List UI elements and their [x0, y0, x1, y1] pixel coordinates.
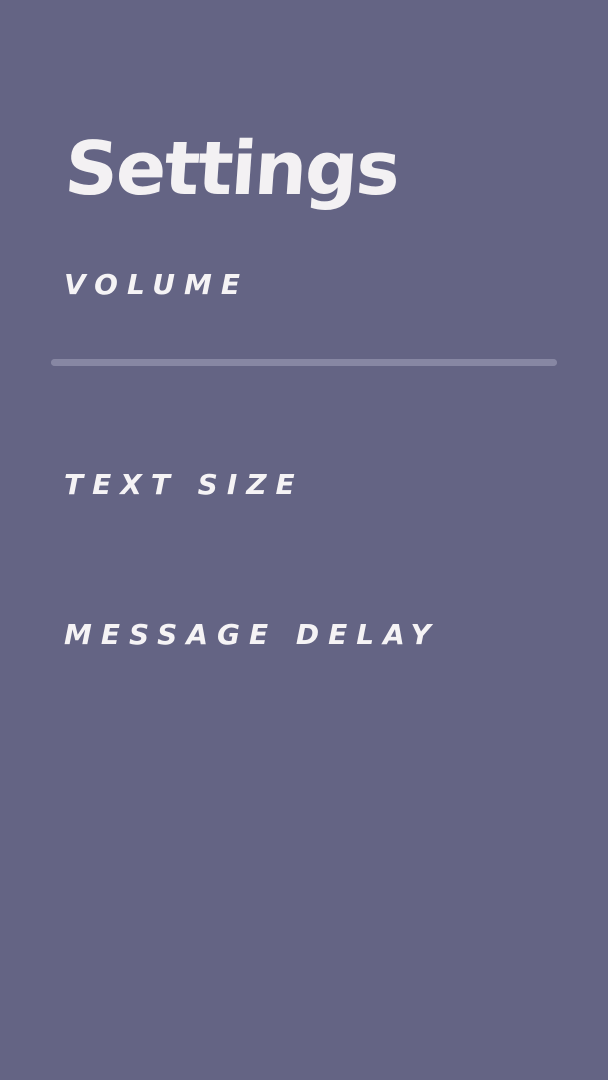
volume-label: VOLUME — [64, 268, 250, 301]
page-title: Settings — [62, 126, 402, 212]
text-size-label: TEXT SIZE — [64, 468, 304, 501]
message-delay-label: MESSAGE DELAY — [64, 618, 440, 651]
settings-screen: Settings VOLUME TEXT SIZE MESSAGE DELAY — [0, 0, 608, 1080]
volume-slider-fill — [51, 359, 557, 366]
volume-slider[interactable] — [51, 359, 557, 366]
